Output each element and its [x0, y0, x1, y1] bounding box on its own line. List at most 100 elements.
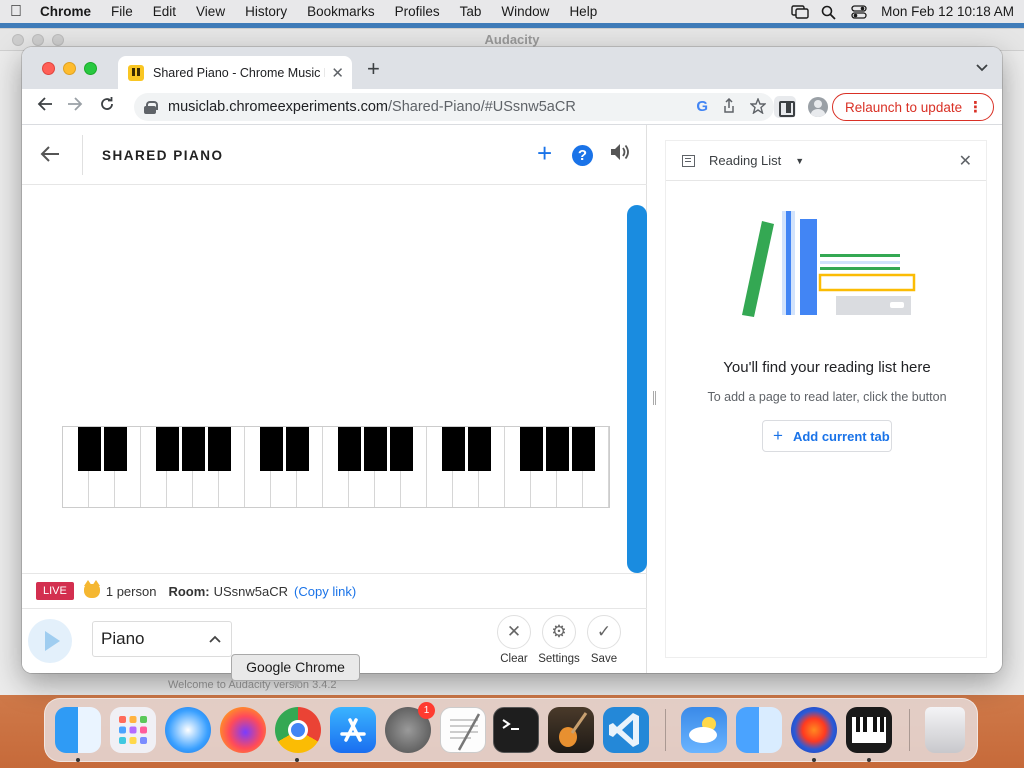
chrome-window: Shared Piano - Chrome Music Lab ✕ + musi…: [22, 47, 1002, 673]
tab-search-chevron-icon[interactable]: [976, 61, 988, 75]
piano-black-key[interactable]: [389, 427, 413, 471]
piano-black-key[interactable]: [441, 427, 465, 471]
piano-black-key[interactable]: [363, 427, 387, 471]
add-current-tab-label: Add current tab: [792, 428, 890, 444]
reading-list-title: Reading List: [709, 153, 782, 168]
dock: 1: [44, 698, 978, 762]
audacity-close-button[interactable]: [12, 34, 24, 46]
menu-clock[interactable]: Mon Feb 12 10:18 AM: [881, 4, 1014, 19]
audacity-traffic-lights: [12, 34, 64, 46]
piano-black-key[interactable]: [285, 427, 309, 471]
safari-compass-icon[interactable]: [165, 707, 211, 753]
reading-list-header[interactable]: Reading List ▼: [666, 141, 986, 181]
bookmark-star-icon[interactable]: [749, 97, 767, 117]
zoom-window-button[interactable]: [84, 62, 97, 75]
minimize-window-button[interactable]: [63, 62, 76, 75]
dropdown-caret-icon[interactable]: ▼: [795, 156, 804, 166]
menu-tab[interactable]: Tab: [460, 4, 482, 19]
apple-icon[interactable]: : [10, 3, 40, 21]
dock-separator: [665, 709, 666, 751]
garageband-guitar-icon[interactable]: [548, 707, 594, 753]
empty-state-subtext: To add a page to read later, click the b…: [707, 390, 947, 404]
empty-state-heading: You'll find your reading list here: [723, 359, 931, 376]
trash-icon[interactable]: [925, 707, 965, 753]
close-side-panel-icon[interactable]: ✕: [959, 151, 972, 171]
piano-black-key[interactable]: [519, 427, 543, 471]
firefox-icon[interactable]: [220, 707, 266, 753]
app-store-icon[interactable]: [330, 707, 376, 753]
add-current-tab-button[interactable]: + Add current tab: [762, 420, 892, 452]
piano-black-key[interactable]: [207, 427, 231, 471]
weather-cloud-icon[interactable]: [681, 707, 727, 753]
menu-edit[interactable]: Edit: [153, 4, 176, 19]
screen-mirroring-icon[interactable]: [791, 4, 809, 19]
copy-link[interactable]: (Copy link): [294, 584, 356, 599]
textedit-icon[interactable]: [440, 707, 486, 753]
terminal-icon[interactable]: [493, 707, 539, 753]
instrument-select[interactable]: Piano: [92, 621, 232, 657]
lock-icon[interactable]: [144, 100, 158, 114]
audacity-minimize-button[interactable]: [32, 34, 44, 46]
menu-bookmarks[interactable]: Bookmarks: [307, 4, 375, 19]
profile-avatar-icon[interactable]: [808, 97, 828, 117]
piano-black-key[interactable]: [545, 427, 569, 471]
piano-black-key[interactable]: [103, 427, 127, 471]
audacity-zoom-button[interactable]: [52, 34, 64, 46]
finder-icon[interactable]: [55, 707, 101, 753]
close-window-button[interactable]: [42, 62, 55, 75]
control-center-icon[interactable]: [851, 4, 867, 19]
vscode-icon[interactable]: [603, 707, 649, 753]
gear-icon: ⚙: [542, 615, 576, 649]
page-title: SHARED PIANO: [102, 148, 224, 163]
piano-black-key[interactable]: [337, 427, 361, 471]
menu-file[interactable]: File: [111, 4, 133, 19]
piano-black-key[interactable]: [155, 427, 179, 471]
close-icon: ✕: [497, 615, 531, 649]
add-instrument-icon[interactable]: +: [537, 140, 552, 166]
google-chrome-icon[interactable]: [275, 707, 321, 753]
piano-keyboard[interactable]: [62, 426, 610, 508]
piano-keys-icon[interactable]: [846, 707, 892, 753]
system-settings-gear-icon[interactable]: 1: [385, 702, 435, 753]
relaunch-to-update-button[interactable]: Relaunch to update ⋮: [832, 93, 994, 121]
migration-assistant-icon[interactable]: [736, 707, 782, 753]
back-arrow-icon[interactable]: [34, 96, 56, 118]
piano-black-key[interactable]: [181, 427, 205, 471]
play-button[interactable]: [28, 619, 72, 663]
new-tab-button[interactable]: +: [367, 58, 380, 80]
menu-window[interactable]: Window: [501, 4, 549, 19]
piano-black-key[interactable]: [467, 427, 491, 471]
piano-black-key[interactable]: [571, 427, 595, 471]
help-icon[interactable]: ?: [572, 145, 593, 166]
menu-help[interactable]: Help: [569, 4, 597, 19]
spotlight-search-icon[interactable]: [821, 5, 837, 20]
forward-arrow-icon[interactable]: [64, 96, 86, 118]
status-menus: Mon Feb 12 10:18 AM: [791, 4, 1014, 20]
share-icon[interactable]: [722, 97, 736, 117]
menu-profiles[interactable]: Profiles: [395, 4, 440, 19]
side-panel-resize-handle[interactable]: [653, 391, 656, 405]
vertical-scrollbar[interactable]: [627, 205, 647, 573]
tab-close-icon[interactable]: ✕: [331, 64, 344, 82]
piano-black-key[interactable]: [259, 427, 283, 471]
launchpad-icon[interactable]: [110, 707, 156, 753]
save-button[interactable]: ✓ Save: [576, 615, 632, 665]
audacity-headphones-icon[interactable]: [791, 707, 837, 753]
google-lens-icon[interactable]: G: [696, 98, 708, 117]
reload-icon[interactable]: [96, 96, 118, 118]
chrome-menu-icon[interactable]: ⋮: [968, 98, 983, 116]
address-bar[interactable]: musiclab.chromeexperiments.com/Shared-Pi…: [134, 93, 774, 121]
side-panel-icon[interactable]: [774, 96, 796, 118]
shared-piano-app: SHARED PIANO + ? LIVE 1 person Room: USs…: [22, 125, 647, 673]
header-divider: [82, 135, 83, 175]
volume-icon[interactable]: [610, 143, 630, 167]
piano-black-key[interactable]: [77, 427, 101, 471]
menu-view[interactable]: View: [196, 4, 225, 19]
tab-shared-piano[interactable]: Shared Piano - Chrome Music Lab ✕: [118, 56, 352, 89]
back-arrow-icon[interactable]: [40, 143, 60, 169]
cat-avatar-icon: [83, 580, 100, 598]
menu-app-chrome[interactable]: Chrome: [40, 4, 91, 19]
relaunch-label: Relaunch to update: [845, 99, 963, 115]
menu-history[interactable]: History: [245, 4, 287, 19]
notification-badge: 1: [418, 702, 435, 719]
